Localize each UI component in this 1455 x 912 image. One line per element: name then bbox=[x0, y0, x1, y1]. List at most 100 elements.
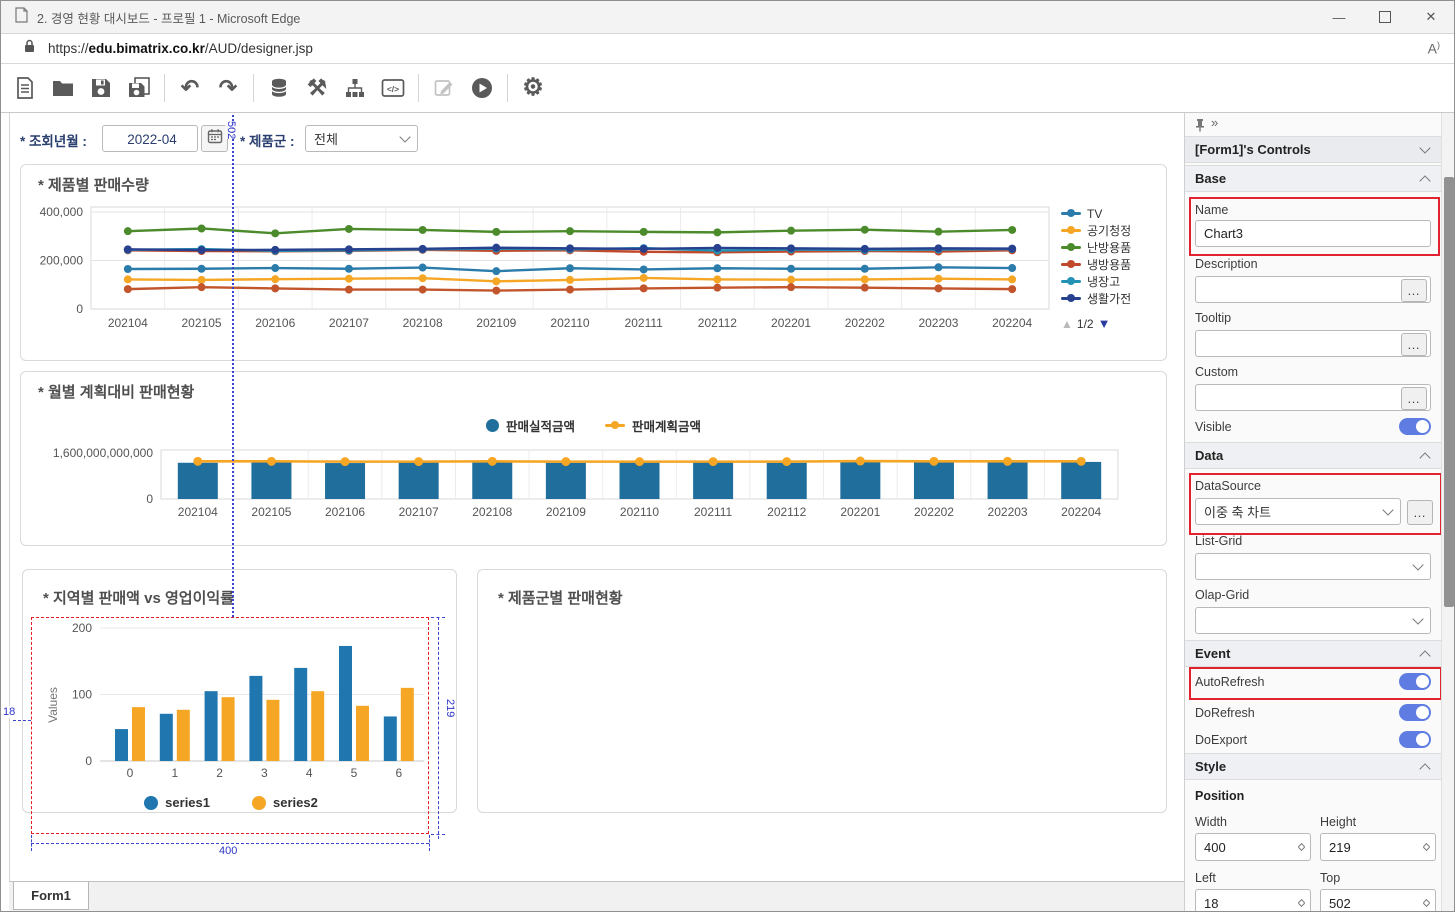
pin-icon[interactable] bbox=[1194, 118, 1206, 137]
doexport-toggle[interactable] bbox=[1399, 731, 1431, 748]
product-select[interactable]: 전체 bbox=[305, 125, 418, 152]
undo-icon[interactable]: ↶ bbox=[178, 76, 202, 100]
bar-line-chart[interactable]: 1,600,000,000,00002021042021052021062021… bbox=[33, 442, 1153, 537]
listgrid-select[interactable] bbox=[1195, 553, 1431, 580]
scrollbar-thumb[interactable] bbox=[1444, 177, 1454, 607]
tooltip-ellipsis-button[interactable]: … bbox=[1401, 333, 1427, 356]
settings-icon[interactable]: ⚙ bbox=[521, 76, 545, 100]
legend-page-number: 1/2 bbox=[1077, 317, 1094, 331]
listgrid-label: List-Grid bbox=[1195, 534, 1242, 548]
legend-item: series2 bbox=[252, 795, 318, 810]
datasource-ellipsis-button[interactable]: … bbox=[1407, 500, 1433, 525]
height-stepper[interactable] bbox=[1320, 833, 1436, 861]
url-bar[interactable]: https://edu.bimatrix.co.kr/AUD/designer.… bbox=[1, 34, 1454, 64]
new-document-icon[interactable] bbox=[13, 76, 37, 100]
database-icon[interactable] bbox=[267, 76, 291, 100]
height-input[interactable] bbox=[1321, 839, 1417, 856]
read-aloud-icon[interactable]: A) bbox=[1428, 40, 1440, 57]
tooltip-field[interactable]: … bbox=[1195, 330, 1431, 357]
spinner-down-icon[interactable] bbox=[1422, 900, 1429, 907]
section-style[interactable]: Style bbox=[1185, 753, 1441, 780]
section-base[interactable]: Base bbox=[1185, 165, 1441, 192]
section-event[interactable]: Event bbox=[1185, 640, 1441, 667]
top-input[interactable] bbox=[1321, 895, 1417, 912]
panel-scrollbar[interactable] bbox=[1441, 113, 1455, 912]
maximize-button[interactable] bbox=[1362, 1, 1408, 33]
spinner-down-icon[interactable] bbox=[1297, 844, 1304, 851]
visible-toggle[interactable] bbox=[1399, 418, 1431, 435]
svg-text:0: 0 bbox=[76, 302, 83, 316]
save-as-icon[interactable] bbox=[127, 76, 151, 100]
height-guide-tick bbox=[431, 617, 445, 618]
custom-field[interactable]: … bbox=[1195, 384, 1431, 411]
collapse-panel-icon[interactable]: » bbox=[1211, 115, 1218, 130]
width-input[interactable] bbox=[1196, 839, 1292, 856]
chevron-up-icon bbox=[1419, 452, 1430, 463]
grouped-bar-chart[interactable]: 2001000Values0123456 bbox=[32, 617, 430, 789]
line-chart[interactable]: 400,000200,00002021042021052021062021072… bbox=[33, 203, 1073, 338]
description-input[interactable] bbox=[1196, 277, 1430, 302]
dorefresh-toggle[interactable] bbox=[1399, 704, 1431, 721]
svg-text:202110: 202110 bbox=[550, 316, 589, 330]
title-bar: 2. 경영 현황 대시보드 - 프로필 1 - Microsoft Edge —… bbox=[1, 1, 1454, 34]
left-stepper[interactable] bbox=[1195, 889, 1311, 912]
window-title: 2. 경영 현황 대시보드 - 프로필 1 - Microsoft Edge bbox=[37, 8, 300, 27]
play-icon[interactable] bbox=[470, 76, 494, 100]
date-input[interactable] bbox=[102, 125, 198, 152]
chevron-up-icon bbox=[1419, 763, 1430, 774]
code-icon[interactable]: </> bbox=[381, 76, 405, 100]
save-icon[interactable] bbox=[89, 76, 113, 100]
browser-window: 2. 경영 현황 대시보드 - 프로필 1 - Microsoft Edge —… bbox=[0, 0, 1455, 912]
left-input[interactable] bbox=[1196, 895, 1292, 912]
tooltip-input[interactable] bbox=[1196, 331, 1430, 356]
description-field[interactable]: … bbox=[1195, 276, 1431, 303]
redo-icon[interactable]: ↷ bbox=[216, 76, 240, 100]
left-label: 18 bbox=[3, 706, 15, 718]
datasource-select[interactable]: 이중 축 차트 bbox=[1195, 498, 1401, 525]
legend-pagination[interactable]: ▲ 1/2 ▼ bbox=[1061, 316, 1165, 331]
chart3-legend: series1series2 bbox=[32, 795, 430, 810]
tools-icon[interactable]: ⚒ bbox=[305, 76, 329, 100]
edit-icon[interactable] bbox=[432, 76, 456, 100]
controls-header[interactable]: [Form1]'s Controls bbox=[1185, 136, 1441, 163]
custom-label: Custom bbox=[1195, 365, 1238, 379]
page-icon bbox=[15, 7, 28, 28]
date-input-value[interactable] bbox=[103, 126, 201, 153]
chart1-panel[interactable]: * 제품별 판매수량 400,000200,000020210420210520… bbox=[20, 164, 1167, 361]
legend-page-up-icon[interactable]: ▲ bbox=[1061, 317, 1073, 331]
chart3-content[interactable]: 2001000Values0123456 series1series2 bbox=[32, 617, 430, 834]
chart2-title: * 월별 계획대비 판매현황 bbox=[38, 381, 194, 402]
legend-item-clipped bbox=[1061, 307, 1165, 312]
top-stepper[interactable] bbox=[1320, 889, 1436, 912]
doexport-label: DoExport bbox=[1195, 733, 1247, 747]
designer-canvas[interactable]: * 조회년월 : * 제품군 : 전체 * 제품별 판매수량 400,00020… bbox=[9, 113, 1184, 881]
svg-text:Values: Values bbox=[46, 687, 60, 723]
spinner-down-icon[interactable] bbox=[1422, 844, 1429, 851]
tab-form1[interactable]: Form1 bbox=[13, 882, 89, 910]
calendar-button[interactable] bbox=[201, 125, 228, 152]
width-stepper[interactable] bbox=[1195, 833, 1311, 861]
chevron-up-icon bbox=[1419, 650, 1430, 661]
description-label: Description bbox=[1195, 257, 1258, 271]
legend-page-down-icon[interactable]: ▼ bbox=[1098, 316, 1111, 331]
top-distance-guide bbox=[232, 115, 234, 617]
close-button[interactable]: ✕ bbox=[1408, 1, 1454, 33]
custom-input[interactable] bbox=[1196, 385, 1430, 410]
legend-item: 난방용품 bbox=[1061, 239, 1165, 256]
toolbar-separator bbox=[418, 74, 419, 102]
date-filter-label: * 조회년월 : bbox=[20, 130, 87, 150]
open-folder-icon[interactable] bbox=[51, 76, 75, 100]
autorefresh-toggle[interactable] bbox=[1399, 673, 1431, 690]
description-ellipsis-button[interactable]: … bbox=[1401, 279, 1427, 302]
name-field[interactable] bbox=[1195, 220, 1431, 247]
width-guide-tick bbox=[31, 835, 32, 851]
section-data[interactable]: Data bbox=[1185, 442, 1441, 469]
spinner-down-icon[interactable] bbox=[1297, 900, 1304, 907]
sitemap-icon[interactable] bbox=[343, 76, 367, 100]
chart4-panel[interactable]: * 제품군별 판매현황 bbox=[477, 569, 1167, 813]
chart2-panel[interactable]: * 월별 계획대비 판매현황 판매실적금액판매계획금액 1,600,000,00… bbox=[20, 371, 1167, 546]
olapgrid-select[interactable] bbox=[1195, 607, 1431, 634]
minimize-button[interactable]: — bbox=[1316, 1, 1362, 33]
custom-ellipsis-button[interactable]: … bbox=[1401, 387, 1427, 410]
name-input[interactable] bbox=[1196, 221, 1430, 246]
